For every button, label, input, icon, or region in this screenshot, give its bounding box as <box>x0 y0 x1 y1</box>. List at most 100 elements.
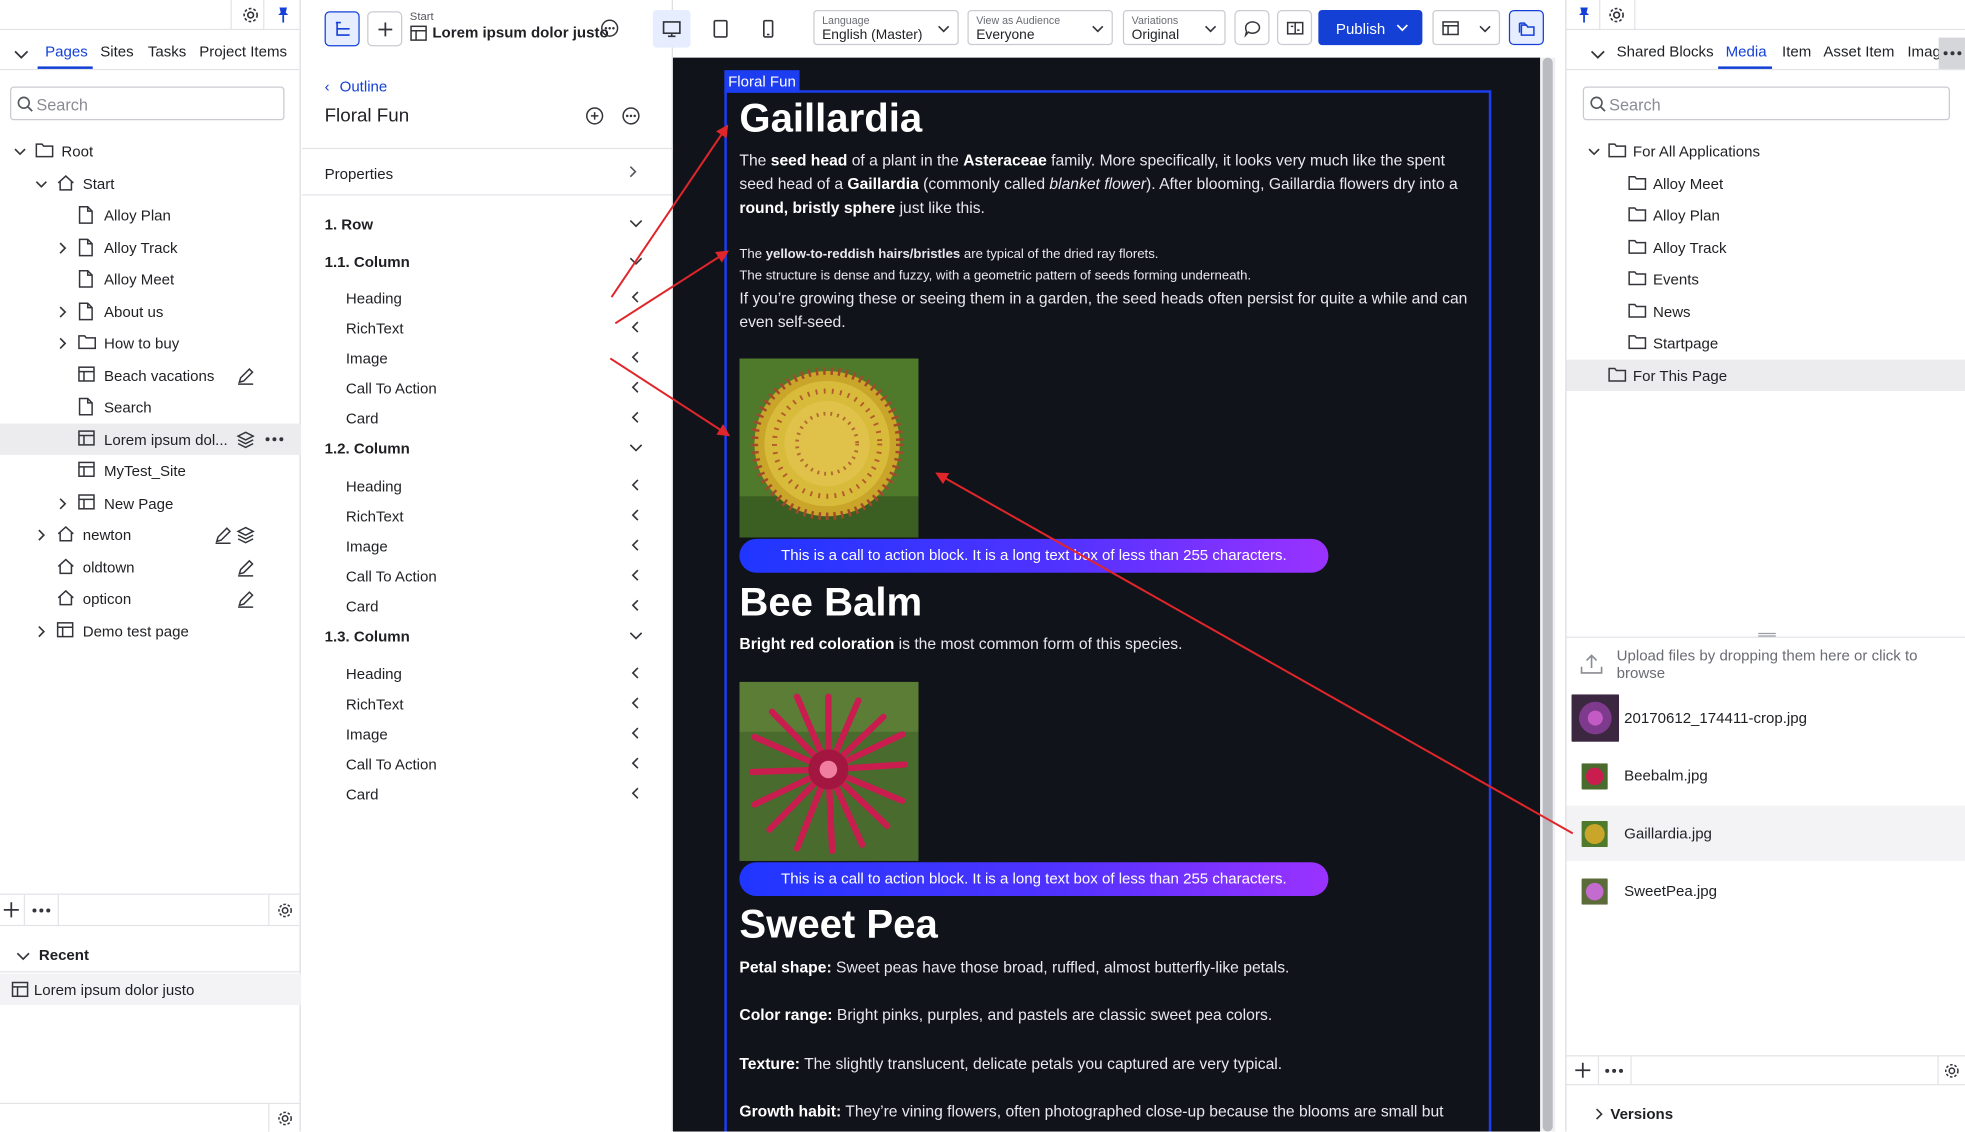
more-options-icon[interactable] <box>31 907 51 913</box>
tab-asset-item[interactable]: Asset Item <box>1823 43 1894 61</box>
tab-tasks[interactable]: Tasks <box>148 43 186 61</box>
media-folder-item[interactable]: Alloy Track <box>1567 231 1965 263</box>
page-tree-item[interactable]: New Page <box>0 487 301 519</box>
page-tree-item[interactable]: Alloy Plan <box>0 199 301 231</box>
assets-pane-toggle-button[interactable] <box>1508 10 1544 46</box>
outline-block-item[interactable]: Card <box>302 403 673 433</box>
outline-block-item[interactable]: Heading <box>302 470 673 500</box>
page-tree-item[interactable]: Search <box>0 391 301 423</box>
add-circle-icon[interactable] <box>585 107 604 126</box>
settings-gear-icon[interactable] <box>276 901 295 920</box>
tab-media[interactable]: Media <box>1726 43 1767 61</box>
gaillardia-richtext[interactable]: The seed head of a plant in the Asterace… <box>739 149 1478 220</box>
tablet-view-button[interactable] <box>702 10 740 48</box>
page-tree-item[interactable]: Beach vacations <box>0 359 301 391</box>
versions-section-header[interactable]: Versions <box>1567 1098 1965 1131</box>
outline-block-item[interactable]: Heading <box>302 282 673 312</box>
media-folder-item[interactable]: Events <box>1567 263 1965 295</box>
settings-gear-icon[interactable] <box>241 5 261 25</box>
page-tree-item[interactable]: Root <box>0 135 301 167</box>
outline-group[interactable]: 1. Row <box>302 208 673 245</box>
scrollbar-thumb[interactable] <box>1542 57 1553 1132</box>
sweetpea-heading[interactable]: Sweet Pea <box>739 901 937 947</box>
outline-block-item[interactable]: Image <box>302 342 673 372</box>
beebalm-image[interactable] <box>739 681 919 861</box>
media-item[interactable]: Gaillardia.jpg <box>1566 805 1965 861</box>
media-folder-item[interactable]: Startpage <box>1567 327 1965 359</box>
tab-pages[interactable]: Pages <box>45 43 88 61</box>
gaillardia-cta[interactable]: This is a call to action block. It is a … <box>739 538 1329 573</box>
properties-row[interactable]: Properties <box>302 147 673 196</box>
media-item[interactable]: Beebalm.jpg <box>1567 748 1965 803</box>
media-folder-item[interactable]: Alloy Meet <box>1567 167 1965 199</box>
comments-button[interactable] <box>1234 10 1270 46</box>
outline-toggle-button[interactable] <box>324 11 360 47</box>
pin-icon[interactable] <box>273 5 293 25</box>
outline-block-item[interactable]: Image <box>302 530 673 560</box>
beebalm-heading[interactable]: Bee Balm <box>739 579 922 625</box>
settings-gear-icon[interactable] <box>276 1109 295 1128</box>
collapse-chevron-icon[interactable] <box>1589 45 1607 63</box>
recent-section-header[interactable]: Recent <box>0 937 301 973</box>
add-icon[interactable] <box>3 901 21 919</box>
gaillardia-image[interactable] <box>739 358 919 538</box>
page-tree-item[interactable]: How to buy <box>0 327 301 359</box>
page-tree-item[interactable]: Lorem ipsum dol... <box>0 422 301 455</box>
media-search-input[interactable]: Search <box>1582 86 1950 121</box>
add-content-button[interactable] <box>367 11 403 47</box>
compare-button[interactable] <box>1277 10 1313 46</box>
outline-group[interactable]: 1.2. Column <box>302 433 673 470</box>
page-tree-item[interactable]: Alloy Track <box>0 231 301 263</box>
outline-block-item[interactable]: Call To Action <box>302 748 673 778</box>
outline-group[interactable]: 1.3. Column <box>302 621 673 658</box>
outline-block-item[interactable]: Heading <box>302 658 673 688</box>
layout-options-select[interactable] <box>1432 10 1501 46</box>
outline-block-item[interactable]: Image <box>302 718 673 748</box>
tab-sites[interactable]: Sites <box>100 43 133 61</box>
tab-item[interactable]: Item <box>1782 43 1811 61</box>
outline-block-item[interactable]: RichText <box>302 500 673 530</box>
media-item[interactable]: SweetPea.jpg <box>1567 863 1965 918</box>
media-folder-item[interactable]: Alloy Plan <box>1567 199 1965 231</box>
outline-block-item[interactable]: Card <box>302 779 673 809</box>
more-options-circle-icon[interactable] <box>600 19 619 38</box>
tab-project-items[interactable]: Project Items <box>199 43 287 61</box>
outline-group[interactable]: 1.1. Column <box>302 245 673 282</box>
collapse-chevron-icon[interactable] <box>13 45 31 63</box>
media-item[interactable]: 20170612_174411-crop.jpg <box>1567 691 1965 746</box>
recent-item[interactable]: Lorem ipsum dolor justo <box>0 973 301 1006</box>
pin-icon[interactable] <box>1574 5 1594 25</box>
outline-block-item[interactable]: RichText <box>302 312 673 342</box>
publish-button[interactable]: Publish <box>1318 10 1423 46</box>
variations-select[interactable]: Variations Original <box>1122 10 1226 46</box>
page-tree-item[interactable]: Demo test page <box>0 615 301 647</box>
page-tree-item[interactable]: opticon <box>0 583 301 615</box>
outline-block-item[interactable]: Call To Action <box>302 373 673 403</box>
desktop-view-button[interactable] <box>652 10 691 48</box>
pane-splitter[interactable] <box>1566 636 1965 638</box>
tab-shared-blocks[interactable]: Shared Blocks <box>1617 43 1714 61</box>
more-options-icon[interactable] <box>1604 1068 1624 1074</box>
mobile-view-button[interactable] <box>749 10 787 48</box>
block-name-tag[interactable]: Floral Fun <box>724 70 800 93</box>
page-tree-item[interactable]: Start <box>0 167 301 199</box>
page-tree-item[interactable]: newton <box>0 519 301 551</box>
media-folder-item[interactable]: For All Applications <box>1567 135 1965 167</box>
gaillardia-heading[interactable]: Gaillardia <box>739 95 922 141</box>
beebalm-cta[interactable]: This is a call to action block. It is a … <box>739 862 1329 897</box>
splitter-grip-icon[interactable] <box>1758 632 1776 637</box>
tab-images[interactable]: Imag <box>1907 43 1940 61</box>
pages-search-input[interactable]: Search <box>10 86 285 121</box>
media-folder-item[interactable]: News <box>1567 295 1965 327</box>
settings-gear-icon[interactable] <box>1942 1061 1961 1080</box>
page-tree-item[interactable]: MyTest_Site <box>0 455 301 487</box>
outline-block-item[interactable]: RichText <box>302 688 673 718</box>
page-tree-item[interactable]: About us <box>0 295 301 327</box>
media-folder-item[interactable]: For This Page <box>1566 359 1965 391</box>
settings-gear-icon[interactable] <box>1607 5 1627 25</box>
upload-dropzone[interactable]: Upload files by dropping them here or cl… <box>1567 642 1965 687</box>
beebalm-richtext[interactable]: Bright red coloration is the most common… <box>739 633 1478 657</box>
page-tree-item[interactable]: oldtown <box>0 551 301 583</box>
preview-scrollbar[interactable] <box>1540 57 1556 1132</box>
more-tabs-button[interactable] <box>1938 37 1965 69</box>
